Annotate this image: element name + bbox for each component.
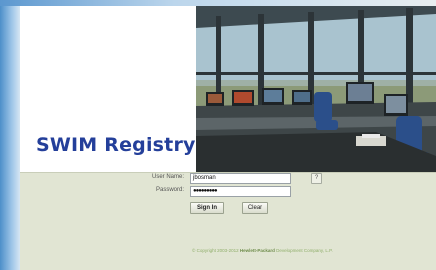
login-panel: SWIM Registry User Name: jbosman ? Passw… [20,6,436,270]
help-button[interactable]: ? [311,173,322,184]
left-edge-gradient [0,0,20,270]
app-title: SWIM Registry [36,134,196,156]
password-field[interactable]: ●●●●●●●●● [190,186,291,197]
copyright-suffix: Development Company, L.P. [276,248,333,253]
clear-button[interactable]: Clear [242,202,268,214]
copyright-prefix: © Copyright 2003-2012 [192,248,239,253]
sign-in-button[interactable]: Sign In [190,202,224,214]
username-label: User Name: [151,174,184,180]
copyright-company: Hewlett-Packard [239,248,275,253]
copyright-notice: © Copyright 2003-2012 Hewlett-Packard De… [192,248,333,253]
control-tower-illustration [196,6,436,172]
username-field[interactable]: jbosman [190,173,291,184]
header-logo-area: SWIM Registry [20,6,196,172]
password-label: Password: [155,187,184,193]
control-tower-photo [196,6,436,172]
